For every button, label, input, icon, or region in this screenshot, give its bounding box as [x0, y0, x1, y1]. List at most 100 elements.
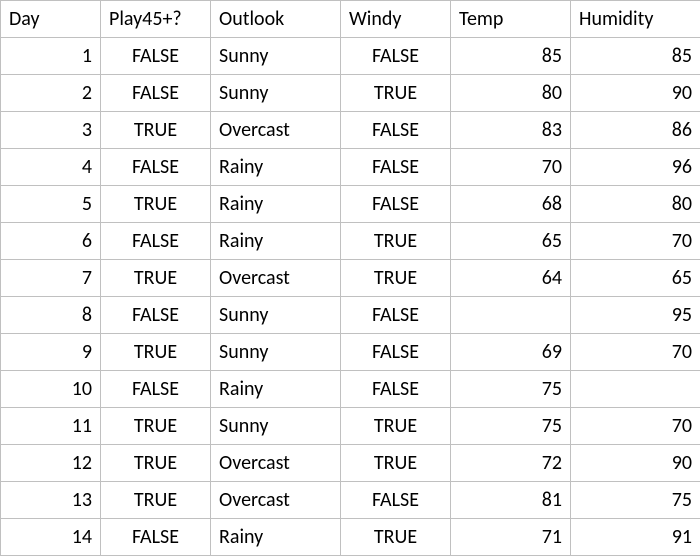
cell-windy: TRUE: [341, 223, 451, 260]
cell-day: 4: [1, 149, 101, 186]
cell-outlook: Overcast: [211, 260, 341, 297]
table-row: 2FALSESunnyTRUE8090: [1, 75, 700, 112]
cell-temp: 71: [451, 519, 571, 556]
cell-humidity: 90: [571, 445, 700, 482]
cell-windy: FALSE: [341, 186, 451, 223]
table-row: 8FALSESunnyFALSE95: [1, 297, 700, 334]
cell-play: TRUE: [101, 445, 211, 482]
cell-temp: 80: [451, 75, 571, 112]
cell-humidity: 70: [571, 334, 700, 371]
cell-play: TRUE: [101, 482, 211, 519]
cell-temp: 81: [451, 482, 571, 519]
table-row: 7TRUEOvercastTRUE6465: [1, 260, 700, 297]
cell-day: 8: [1, 297, 101, 334]
cell-outlook: Rainy: [211, 149, 341, 186]
cell-windy: TRUE: [341, 408, 451, 445]
table-row: 5TRUERainyFALSE6880: [1, 186, 700, 223]
cell-day: 5: [1, 186, 101, 223]
cell-outlook: Rainy: [211, 371, 341, 408]
cell-temp: 65: [451, 223, 571, 260]
cell-temp: 69: [451, 334, 571, 371]
cell-humidity: 80: [571, 186, 700, 223]
cell-outlook: Sunny: [211, 334, 341, 371]
cell-humidity: 65: [571, 260, 700, 297]
cell-outlook: Rainy: [211, 186, 341, 223]
data-table: Day Play45+? Outlook Windy Temp Humidity…: [0, 0, 700, 556]
table-body: 1FALSESunnyFALSE85852FALSESunnyTRUE80903…: [1, 38, 700, 556]
cell-windy: TRUE: [341, 519, 451, 556]
cell-windy: TRUE: [341, 260, 451, 297]
cell-day: 3: [1, 112, 101, 149]
cell-windy: FALSE: [341, 149, 451, 186]
cell-play: FALSE: [101, 371, 211, 408]
cell-play: TRUE: [101, 260, 211, 297]
cell-humidity: 86: [571, 112, 700, 149]
cell-temp: 85: [451, 38, 571, 75]
table-row: 13TRUEOvercastFALSE8175: [1, 482, 700, 519]
cell-humidity: 70: [571, 408, 700, 445]
table-row: 3TRUEOvercastFALSE8386: [1, 112, 700, 149]
cell-outlook: Rainy: [211, 223, 341, 260]
table-row: 6FALSERainyTRUE6570: [1, 223, 700, 260]
table-row: 11TRUESunnyTRUE7570: [1, 408, 700, 445]
table-header-row: Day Play45+? Outlook Windy Temp Humidity: [1, 1, 700, 38]
col-header-play: Play45+?: [101, 1, 211, 38]
cell-play: FALSE: [101, 75, 211, 112]
table-row: 9TRUESunnyFALSE6970: [1, 334, 700, 371]
cell-day: 11: [1, 408, 101, 445]
cell-temp: 75: [451, 408, 571, 445]
cell-day: 12: [1, 445, 101, 482]
cell-windy: FALSE: [341, 482, 451, 519]
cell-windy: TRUE: [341, 75, 451, 112]
cell-outlook: Sunny: [211, 75, 341, 112]
cell-temp: 70: [451, 149, 571, 186]
cell-play: FALSE: [101, 38, 211, 75]
cell-temp: 83: [451, 112, 571, 149]
cell-play: TRUE: [101, 186, 211, 223]
cell-windy: FALSE: [341, 334, 451, 371]
cell-play: TRUE: [101, 112, 211, 149]
cell-outlook: Sunny: [211, 408, 341, 445]
col-header-temp: Temp: [451, 1, 571, 38]
cell-play: TRUE: [101, 334, 211, 371]
table-row: 12TRUEOvercastTRUE7290: [1, 445, 700, 482]
table-row: 1FALSESunnyFALSE8585: [1, 38, 700, 75]
col-header-day: Day: [1, 1, 101, 38]
table-row: 10FALSERainyFALSE75: [1, 371, 700, 408]
cell-day: 2: [1, 75, 101, 112]
cell-play: TRUE: [101, 408, 211, 445]
cell-play: FALSE: [101, 297, 211, 334]
cell-day: 6: [1, 223, 101, 260]
cell-play: FALSE: [101, 519, 211, 556]
cell-windy: FALSE: [341, 297, 451, 334]
cell-humidity: 90: [571, 75, 700, 112]
col-header-outlook: Outlook: [211, 1, 341, 38]
cell-outlook: Sunny: [211, 38, 341, 75]
cell-temp: [451, 297, 571, 334]
cell-humidity: 85: [571, 38, 700, 75]
cell-day: 7: [1, 260, 101, 297]
cell-temp: 72: [451, 445, 571, 482]
cell-windy: FALSE: [341, 371, 451, 408]
col-header-humidity: Humidity: [571, 1, 700, 38]
cell-humidity: 70: [571, 223, 700, 260]
cell-outlook: Overcast: [211, 445, 341, 482]
cell-day: 14: [1, 519, 101, 556]
table-row: 4FALSERainyFALSE7096: [1, 149, 700, 186]
cell-humidity: 95: [571, 297, 700, 334]
cell-humidity: 75: [571, 482, 700, 519]
cell-temp: 68: [451, 186, 571, 223]
cell-play: FALSE: [101, 149, 211, 186]
cell-humidity: [571, 371, 700, 408]
cell-windy: FALSE: [341, 112, 451, 149]
cell-outlook: Overcast: [211, 482, 341, 519]
cell-windy: TRUE: [341, 445, 451, 482]
cell-play: FALSE: [101, 223, 211, 260]
cell-temp: 64: [451, 260, 571, 297]
table-row: 14FALSERainyTRUE7191: [1, 519, 700, 556]
cell-day: 13: [1, 482, 101, 519]
cell-day: 9: [1, 334, 101, 371]
cell-outlook: Overcast: [211, 112, 341, 149]
cell-temp: 75: [451, 371, 571, 408]
cell-windy: FALSE: [341, 38, 451, 75]
